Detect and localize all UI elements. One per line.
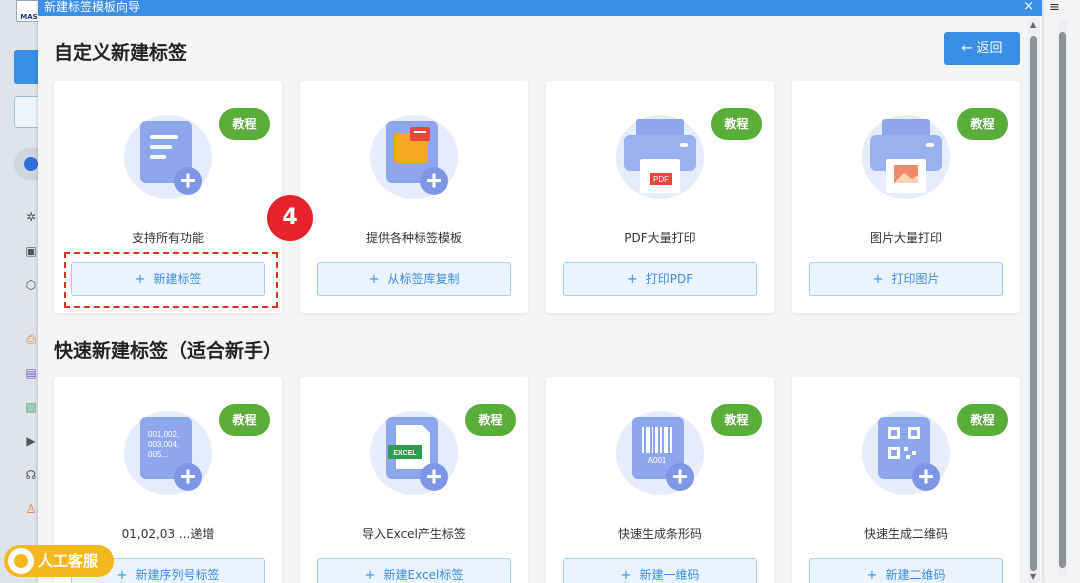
card-excel-label[interactable]: 教程 EXCEL 导入Excel产生标签 + 新建Excel标签: [300, 377, 528, 583]
document-icon[interactable]: ▤: [24, 366, 38, 380]
dialog-scrollbar[interactable]: ▲ ▼: [1028, 18, 1040, 583]
excel-tag: EXCEL: [393, 450, 417, 457]
button-label: 新建Excel标签: [383, 568, 464, 582]
new-excel-label-button[interactable]: + 新建Excel标签: [317, 558, 511, 583]
folder-add-icon: [370, 115, 458, 199]
scroll-down-icon[interactable]: ▼: [1030, 572, 1036, 581]
printer-image-icon: [862, 115, 950, 199]
video-icon[interactable]: ▶: [24, 434, 38, 448]
plus-icon: +: [368, 272, 380, 287]
print-images-button[interactable]: + 打印图片: [809, 262, 1003, 296]
plus-icon: +: [626, 272, 638, 287]
plus-icon: +: [620, 568, 632, 583]
serial-line: 003,004,: [148, 440, 179, 449]
tutorial-badge[interactable]: 教程: [711, 108, 762, 140]
serial-line: 005...: [148, 450, 168, 459]
printer-icon[interactable]: ⎙: [24, 332, 38, 346]
button-label: 新建一维码: [639, 568, 700, 582]
menu-icon[interactable]: ≡: [1049, 0, 1060, 15]
template-icon[interactable]: ▣: [24, 244, 38, 258]
tutorial-badge[interactable]: 教程: [711, 404, 762, 436]
section-title-custom: 自定义新建标签: [54, 42, 188, 64]
step-marker: 4: [267, 195, 313, 241]
section-title-quick: 快速新建标签（适合新手）: [54, 340, 283, 362]
card-label: 导入Excel产生标签: [362, 527, 466, 541]
service-label: 人工客服: [38, 552, 99, 570]
card-qrcode[interactable]: 教程 快速生成二维码 + 新建二维码: [792, 377, 1020, 583]
plus-icon: +: [866, 568, 878, 583]
pdf-tag: PDF: [653, 175, 669, 184]
tutorial-badge[interactable]: 教程: [465, 404, 516, 436]
background-right-panel: ≡: [1040, 0, 1080, 583]
plus-icon: +: [872, 272, 884, 287]
card-label: 快速生成二维码: [863, 527, 948, 541]
button-label: 新建序列号标签: [135, 568, 220, 582]
button-label: 打印图片: [891, 272, 940, 286]
new-label-wizard-dialog: 新建标签模板向导 × 自定义新建标签 ← 返回 教程 支持所有功能 +新建标签: [38, 0, 1042, 583]
scrollbar-thumb[interactable]: [1059, 32, 1066, 568]
card-label: 提供各种标签模板: [365, 231, 462, 245]
button-label: 从标签库复制: [387, 272, 460, 286]
dialog-titlebar: 新建标签模板向导 ×: [38, 0, 1042, 16]
dialog-title: 新建标签模板向导: [44, 0, 141, 14]
card-label: 01,02,03 ...递增: [121, 527, 215, 541]
close-icon[interactable]: ×: [1023, 0, 1034, 14]
serial-line: 001,002,: [148, 430, 179, 439]
tutorial-badge[interactable]: 教程: [957, 108, 1008, 140]
card-barcode[interactable]: 教程 A001 快速生成条形码 + 新建一维码: [546, 377, 774, 583]
user-icon[interactable]: ♙: [24, 502, 38, 516]
scroll-up-icon[interactable]: ▲: [1030, 20, 1036, 29]
tutorial-highlight-box: [64, 252, 278, 308]
plus-icon: +: [364, 568, 376, 583]
barcode-text: A001: [648, 456, 667, 465]
card-label: PDF大量打印: [624, 231, 696, 245]
scrollbar-thumb[interactable]: [1030, 36, 1037, 571]
image-icon[interactable]: ▧: [24, 400, 38, 414]
serial-number-icon: 001,002, 003,004, 005...: [124, 411, 212, 495]
headset-icon: [8, 548, 34, 574]
tutorial-badge[interactable]: 教程: [219, 108, 270, 140]
document-add-icon: [124, 115, 212, 199]
box-icon[interactable]: ⬡: [24, 278, 38, 292]
card-print-pdf[interactable]: 教程 PDF PDF大量打印 + 打印PDF: [546, 81, 774, 313]
button-label: 打印PDF: [645, 272, 694, 286]
card-label: 图片大量打印: [869, 231, 942, 245]
tutorial-badge[interactable]: 教程: [957, 404, 1008, 436]
qrcode-icon: [862, 411, 950, 495]
card-label: 快速生成条形码: [617, 527, 702, 541]
card-copy-from-library[interactable]: 提供各种标签模板 + 从标签库复制: [300, 81, 528, 313]
clock-icon: [24, 157, 38, 171]
tutorial-badge[interactable]: 教程: [219, 404, 270, 436]
customer-service-button[interactable]: 人工客服: [4, 545, 114, 577]
printer-pdf-icon: PDF: [616, 115, 704, 199]
card-print-images[interactable]: 教程 图片大量打印 + 打印图片: [792, 81, 1020, 313]
excel-file-icon: EXCEL: [370, 411, 458, 495]
background-scrollbar[interactable]: [1058, 20, 1067, 576]
barcode-icon: A001: [616, 411, 704, 495]
button-label: 新建二维码: [885, 568, 946, 582]
new-barcode-button[interactable]: + 新建一维码: [563, 558, 757, 583]
settings-icon[interactable]: ✲: [24, 210, 38, 224]
back-button[interactable]: ← 返回: [944, 32, 1020, 65]
plus-icon: +: [116, 568, 128, 583]
card-label: 支持所有功能: [131, 231, 204, 245]
headset-icon[interactable]: ☊: [24, 468, 38, 482]
new-qrcode-button[interactable]: + 新建二维码: [809, 558, 1003, 583]
copy-from-library-button[interactable]: + 从标签库复制: [317, 262, 511, 296]
print-pdf-button[interactable]: + 打印PDF: [563, 262, 757, 296]
